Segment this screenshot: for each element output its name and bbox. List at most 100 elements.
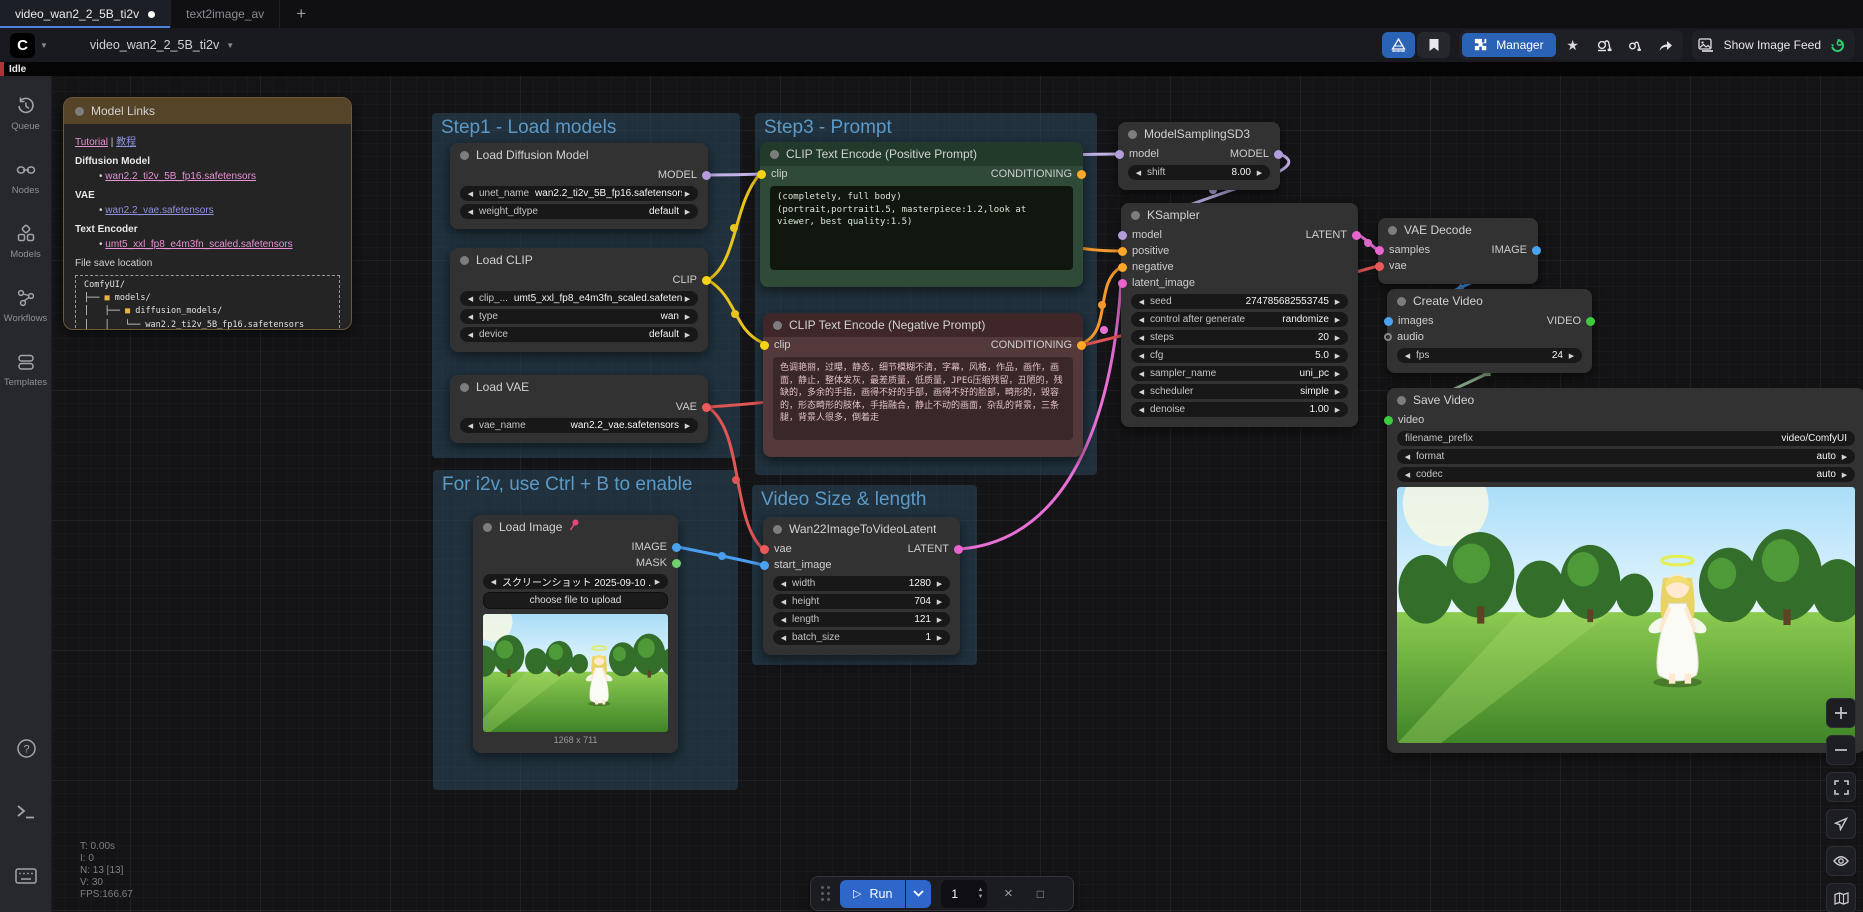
output-slot-CONDITIONING[interactable]: CONDITIONING [991,168,1081,180]
widget-codec[interactable]: ◀codecauto▶ [1397,467,1855,482]
arrow-right-icon[interactable]: ▶ [682,331,693,339]
minimap-button[interactable] [1826,883,1856,912]
arrow-left-icon[interactable]: ◀ [1402,352,1413,360]
sidebar-item-nodes[interactable]: Nodes [0,160,51,224]
collapse-dot-icon[interactable] [75,107,84,116]
arrow-right-icon[interactable]: ▶ [934,598,945,606]
tutorial-link[interactable]: Tutorial [75,137,108,148]
widget-filename_prefix[interactable]: filename_prefixvideo/ComfyUI [1397,431,1855,446]
arrow-right-icon[interactable]: ▶ [1332,406,1343,414]
arrow-right-icon[interactable]: ▶ [682,313,693,321]
collapse-dot-icon[interactable] [460,256,469,265]
input-slot-samples[interactable]: samples [1380,244,1430,256]
show-image-feed-toggle[interactable]: Show Image Feed [1692,30,1855,60]
arrow-left-icon[interactable]: ◀ [1136,370,1147,378]
graph-view-button[interactable] [1382,32,1415,58]
arrow-left-icon[interactable]: ◀ [465,190,476,198]
input-slot-model[interactable]: model [1123,229,1162,241]
input-slot-video[interactable]: video [1389,414,1424,426]
toggle-link-visibility-button[interactable] [1826,846,1856,876]
node-header-model-sampling-sd3[interactable]: ModelSamplingSD3 [1118,122,1280,146]
arrow-right-icon[interactable]: ▶ [682,190,693,198]
input-slot-start_image[interactable]: start_image [765,559,831,571]
output-slot-MODEL[interactable]: MODEL [1230,148,1278,160]
select-mode-button[interactable] [1826,809,1856,839]
output-slot-MODEL[interactable]: MODEL [658,169,706,181]
output-slot-MASK[interactable]: MASK [636,557,676,569]
arrow-left-icon[interactable]: ◀ [1133,169,1144,177]
arrow-left-icon[interactable]: ◀ [778,580,789,588]
sidebar-item-models[interactable]: Models [0,224,51,288]
star-button[interactable]: ★ [1559,33,1587,57]
collapse-dot-icon[interactable] [483,523,492,532]
arrow-left-icon[interactable]: ◀ [1136,334,1147,342]
node-header-clip-text-encode-negative[interactable]: CLIP Text Encode (Negative Prompt) [763,313,1083,337]
upload-button[interactable]: choose file to upload [483,592,668,609]
arrow-right-icon[interactable]: ▶ [682,208,693,216]
arrow-right-icon[interactable]: ▶ [1332,298,1343,306]
output-slot-CLIP[interactable]: CLIP [673,274,706,286]
arrow-right-icon[interactable]: ▶ [682,422,693,430]
graph-canvas[interactable]: Step1 - Load modelsStep3 - PromptFor i2v… [0,0,1863,912]
widget-width[interactable]: ◀width1280▶ [773,576,950,591]
arrow-right-icon[interactable]: ▶ [934,580,945,588]
widget-length[interactable]: ◀length121▶ [773,612,950,627]
prompt-textarea[interactable]: 色调艳丽，过曝，静态，细节模糊不清，字幕，风格，作品，画作，画面，静止，整体发灰… [773,357,1073,440]
node-load-image[interactable]: Load ImageIMAGEMASK◀スクリーンショット 2025-09-10… [473,515,678,753]
arrow-right-icon[interactable]: ▶ [682,295,693,303]
widget-denoise[interactable]: ◀denoise1.00▶ [1131,402,1348,417]
manager-button[interactable]: Manager [1462,33,1555,57]
sidebar-item-workflows[interactable]: Workflows [0,288,51,352]
node-model-links[interactable]: Model LinksTutorial | 教程Diffusion Model•… [63,97,352,330]
input-slot-vae[interactable]: vae [765,543,792,555]
collapse-dot-icon[interactable] [1397,396,1406,405]
collapse-dot-icon[interactable] [1131,211,1140,220]
sidebar-item-queue[interactable]: Queue [0,96,51,160]
batch-count-stepper[interactable]: ▲▼ [977,887,983,900]
output-slot-VIDEO[interactable]: VIDEO [1547,315,1590,327]
widget-sampler_name[interactable]: ◀sampler_nameuni_pc▶ [1131,366,1348,381]
input-slot-positive[interactable]: positive [1123,245,1169,257]
node-model-sampling-sd3[interactable]: ModelSamplingSD3modelMODEL◀shift8.00▶ [1118,122,1280,190]
arrow-left-icon[interactable]: ◀ [1136,388,1147,396]
arrow-right-icon[interactable]: ▶ [1332,370,1343,378]
node-save-video[interactable]: Save Videovideofilename_prefixvideo/Comf… [1387,388,1863,753]
node-ksampler[interactable]: KSamplermodelLATENTpositivenegativelaten… [1121,203,1358,427]
widget-device[interactable]: ◀devicedefault▶ [460,327,698,342]
prompt-textarea[interactable]: (completely, full body) (portrait,portra… [770,186,1073,270]
widget-format[interactable]: ◀formatauto▶ [1397,449,1855,464]
widget-fps[interactable]: ◀fps24▶ [1397,348,1582,363]
node-header-wan22-image-to-video-latent[interactable]: Wan22ImageToVideoLatent [763,517,960,541]
arrow-left-icon[interactable]: ◀ [778,598,789,606]
model-link[interactable]: wan2.2_vae.safetensors [105,205,213,216]
arrow-right-icon[interactable]: ▶ [1839,471,1850,479]
arrow-left-icon[interactable]: ◀ [1402,453,1413,461]
zoom-in-button[interactable] [1826,698,1856,728]
input-slot-negative[interactable]: negative [1123,261,1174,273]
workflow-name-dropdown[interactable]: video_wan2_2_5B_ti2v ▼ [90,38,234,52]
arrow-right-icon[interactable]: ▶ [1566,352,1577,360]
collapse-dot-icon[interactable] [1397,297,1406,306]
node-load-clip[interactable]: Load CLIPCLIP◀clip_...umt5_xxl_fp8_e4m3f… [450,248,708,352]
comfyui-logo[interactable]: C [10,33,35,58]
run-bar-drag-handle[interactable] [821,886,830,901]
input-slot-latent_image[interactable]: latent_image [1123,277,1195,289]
arrow-left-icon[interactable]: ◀ [1136,316,1147,324]
output-slot-LATENT[interactable]: LATENT [1306,229,1356,241]
sidebar-item-templates[interactable]: Templates [0,352,51,416]
run-options-button[interactable] [906,880,931,908]
clean-vram-button[interactable] [1590,33,1618,57]
input-slot-clip[interactable]: clip [765,339,791,351]
collapse-dot-icon[interactable] [1128,130,1137,139]
arrow-right-icon[interactable]: ▶ [1839,453,1850,461]
input-slot-clip[interactable]: clip [762,168,788,180]
collapse-dot-icon[interactable] [770,150,779,159]
output-slot-LATENT[interactable]: LATENT [908,543,958,555]
widget-scheduler[interactable]: ◀schedulersimple▶ [1131,384,1348,399]
keybinding-button[interactable] [0,868,52,884]
arrow-left-icon[interactable]: ◀ [778,634,789,642]
output-slot-VAE[interactable]: VAE [676,401,706,413]
clear-queue-button[interactable]: × [997,885,1019,902]
arrow-left-icon[interactable]: ◀ [1136,352,1147,360]
new-tab-button[interactable]: + [280,0,322,28]
